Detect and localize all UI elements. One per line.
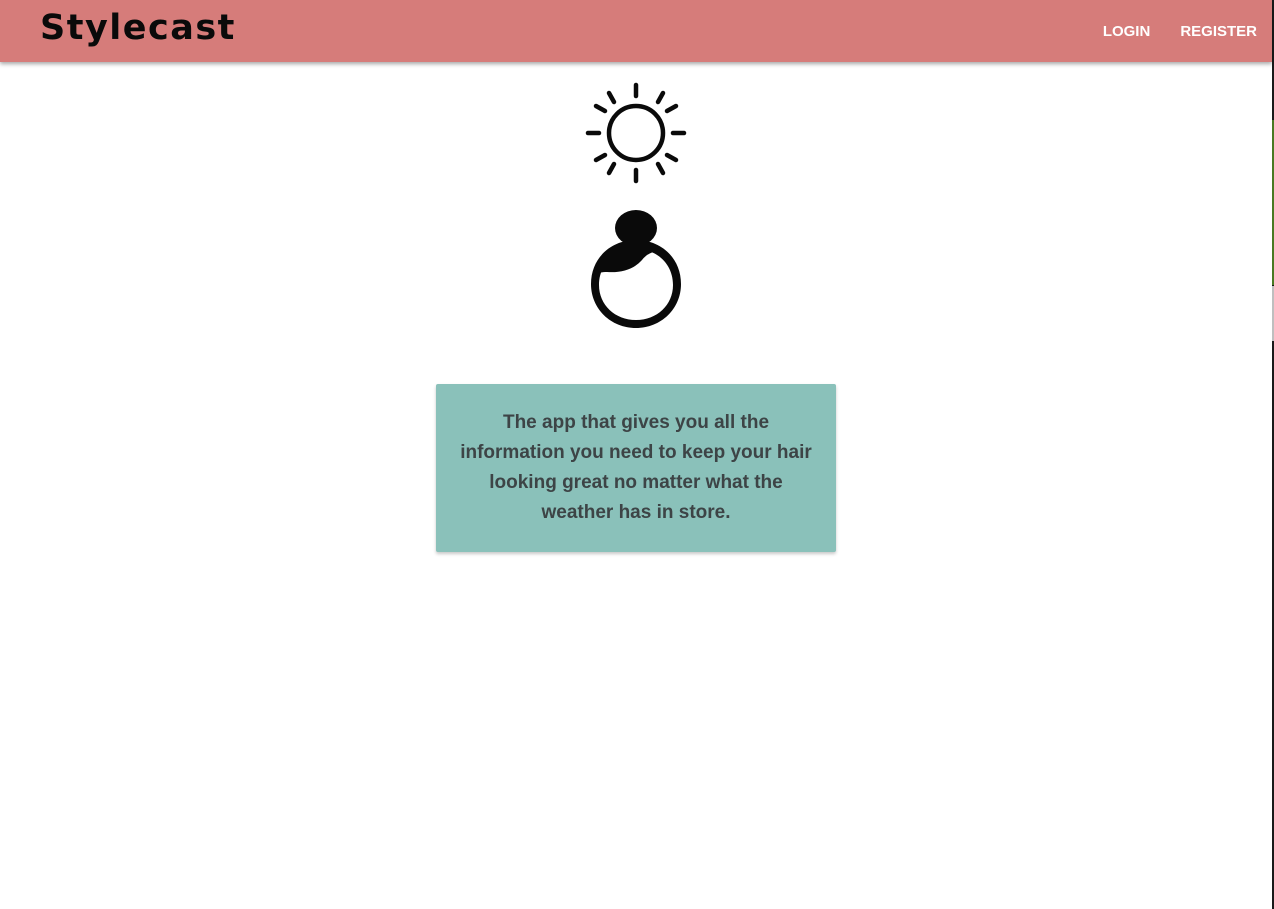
hair-bun-icon [591, 210, 681, 328]
register-link[interactable]: REGISTER [1180, 23, 1257, 40]
info-card: The app that gives you all the informati… [436, 384, 836, 552]
sun-icon [585, 82, 687, 184]
info-card-text: The app that gives you all the informati… [460, 412, 812, 523]
brand-logo[interactable]: Stylecast [40, 6, 236, 50]
page: Stylecast LOGIN REGISTER The app that gi… [0, 0, 1274, 909]
nav-links: LOGIN REGISTER [1073, 0, 1257, 62]
login-link[interactable]: LOGIN [1103, 23, 1151, 40]
navbar: Stylecast LOGIN REGISTER [0, 0, 1272, 62]
